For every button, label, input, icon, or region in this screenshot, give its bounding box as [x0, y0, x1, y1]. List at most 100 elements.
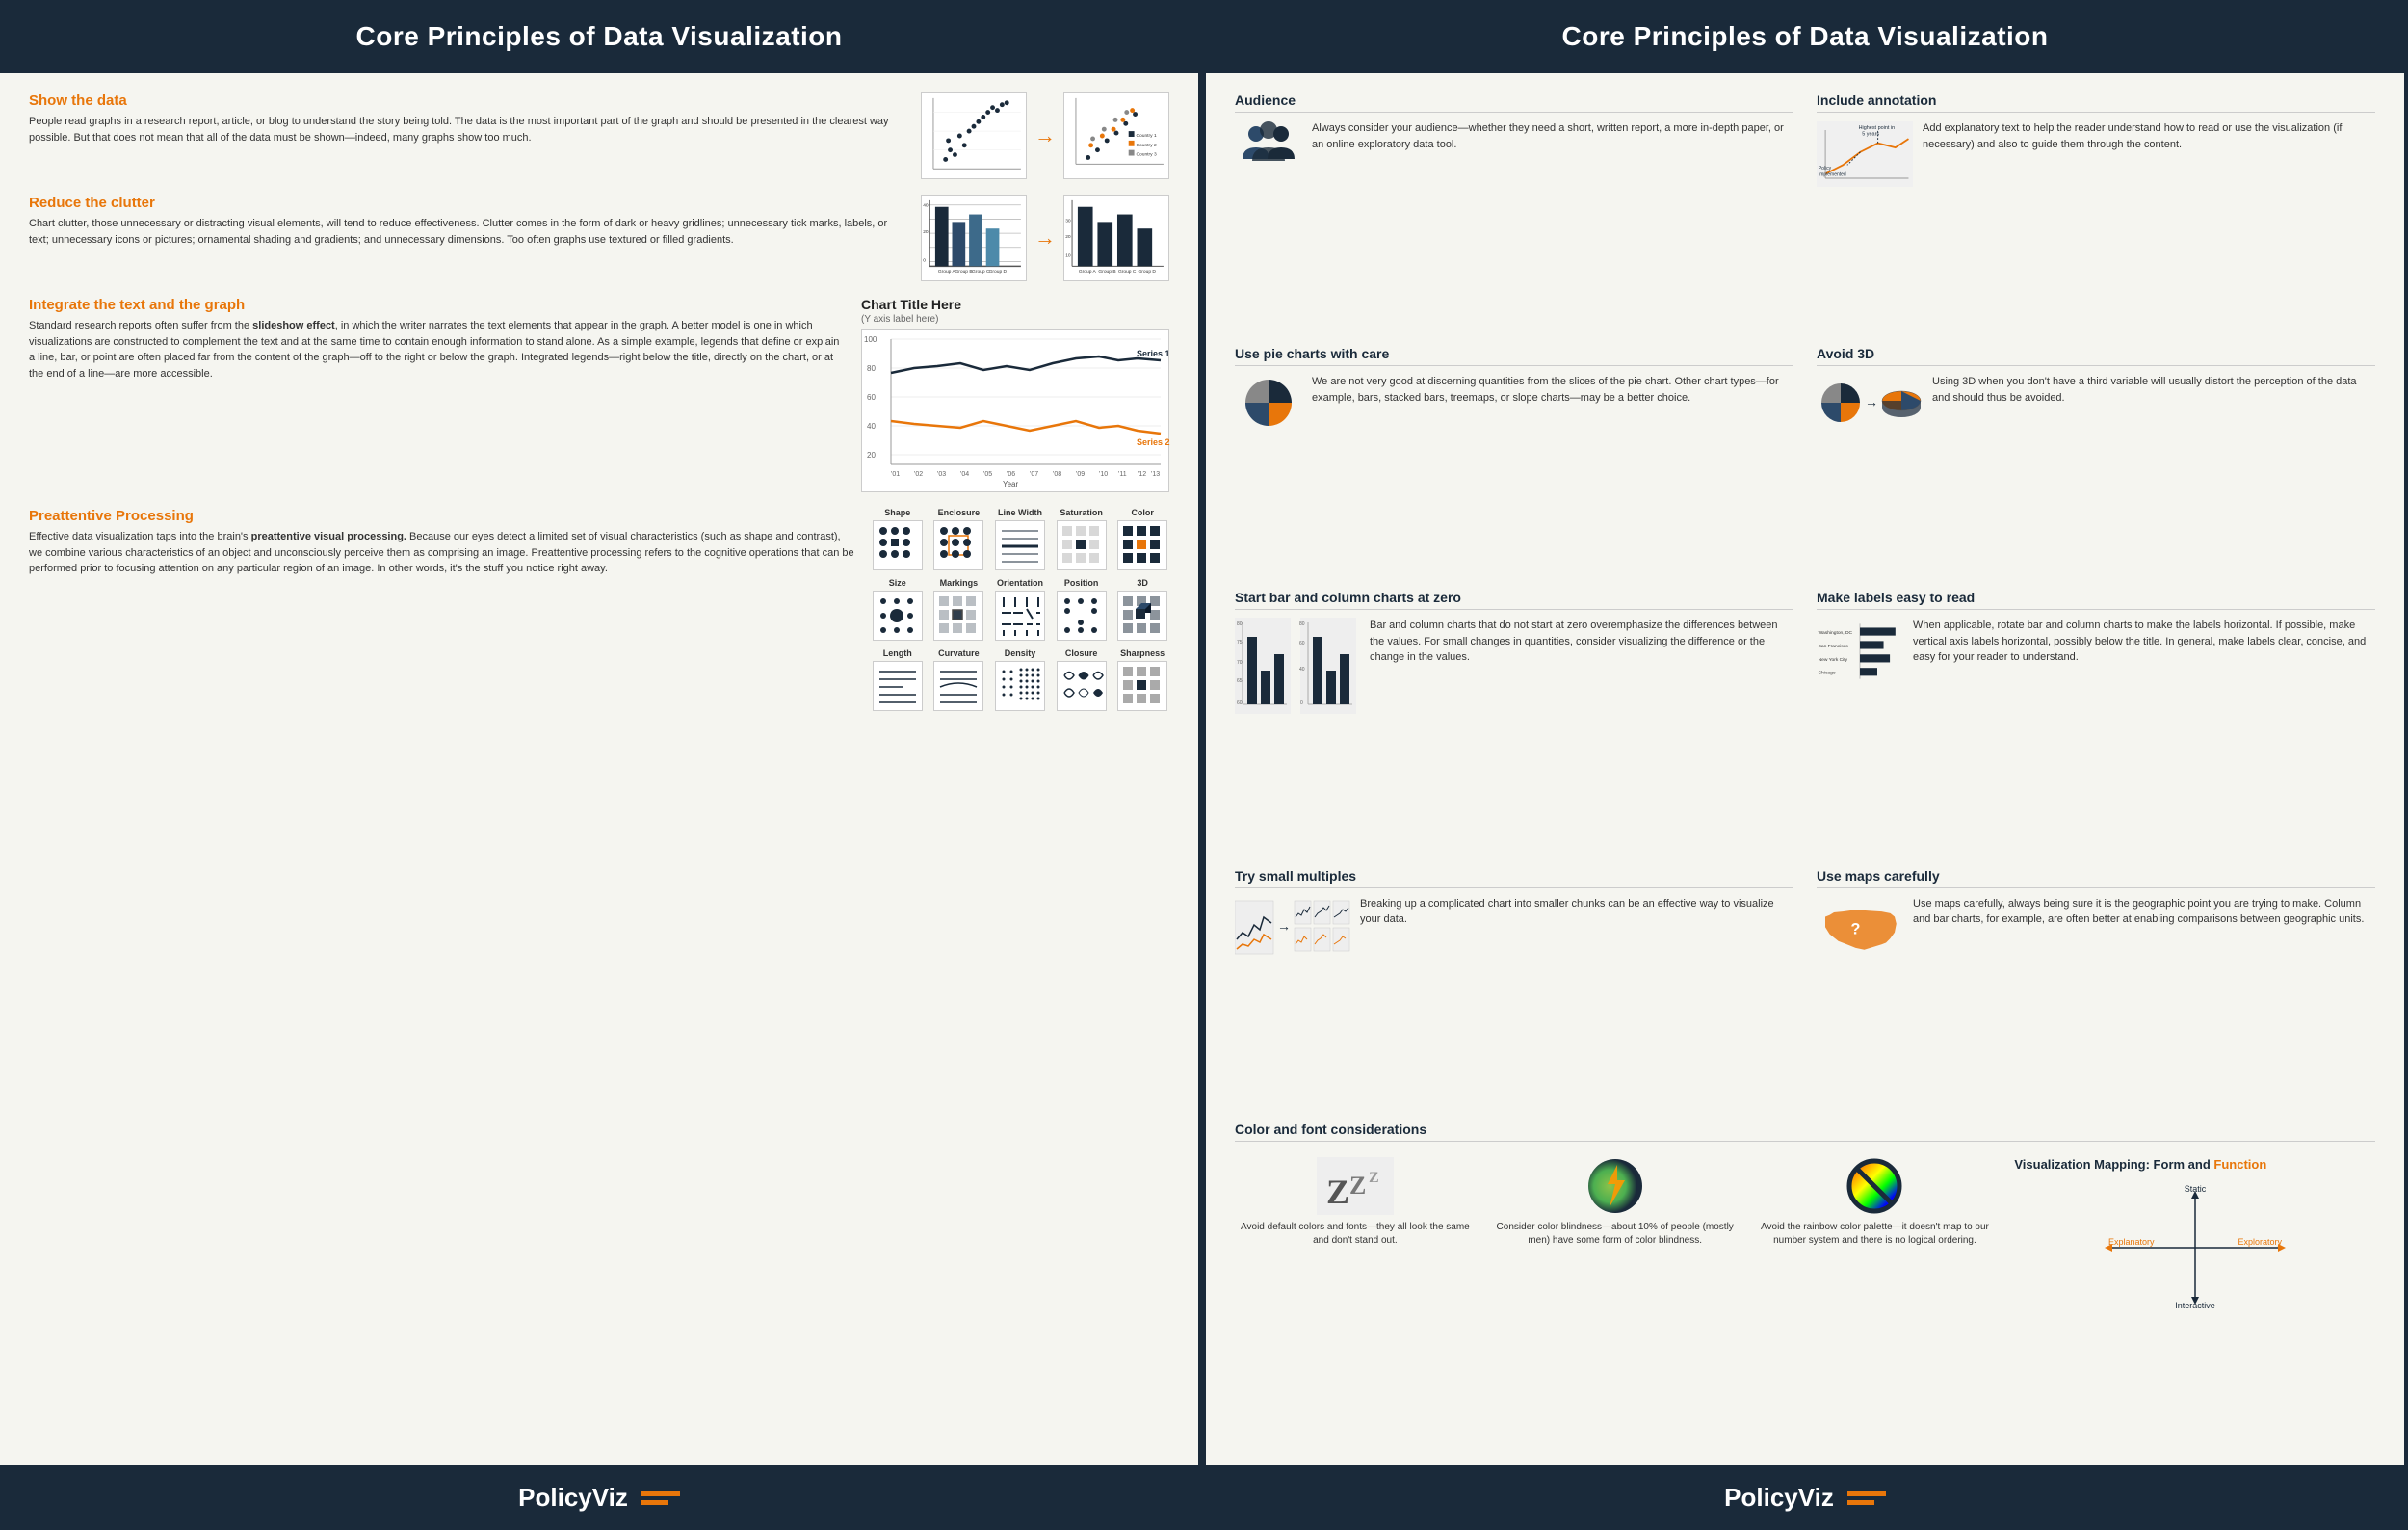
scatter-arrow: →	[1034, 123, 1056, 148]
bar-zero-section: Start bar and column charts at zero 60 6…	[1235, 590, 1793, 850]
svg-text:20: 20	[923, 229, 929, 235]
svg-text:Highest point in: Highest point in	[1859, 125, 1895, 131]
avoid3d-content: → Using 3D when you don't have a third v…	[1817, 374, 2375, 432]
viz-mapping-title: Visualization Mapping: Form and Function	[2014, 1157, 2375, 1172]
pre-shape: Shape	[871, 508, 925, 570]
svg-text:30: 30	[1065, 218, 1071, 224]
svg-text:Group A: Group A	[938, 269, 956, 275]
svg-text:75: 75	[1237, 640, 1243, 646]
pre-3d: 3D	[1115, 578, 1169, 641]
pre-linewidth: Line Width	[993, 508, 1047, 570]
color-font-item-1: Z Z Z Avoid default colors and fonts—the…	[1235, 1157, 1476, 1248]
pie-icon	[1235, 374, 1302, 436]
labels-content: Washington, DC San Francisco New York Ci…	[1817, 618, 2375, 690]
svg-text:80: 80	[1299, 621, 1305, 627]
pre-density-box	[995, 661, 1045, 711]
pre-curvature: Curvature	[932, 648, 986, 711]
left-footer-lines	[641, 1491, 680, 1505]
svg-text:70: 70	[1237, 660, 1243, 666]
svg-text:20: 20	[867, 451, 876, 460]
annotation-title: Include annotation	[1817, 92, 2375, 113]
bar-zero-content: 60 65 70 75 80 0	[1235, 618, 1793, 714]
left-content: Show the data People read graphs in a re…	[0, 73, 1198, 1465]
pre-color-box	[1117, 520, 1167, 570]
pie-body: We are not very good at discerning quant…	[1312, 374, 1793, 406]
slideshow-effect-bold: slideshow effect	[252, 320, 335, 331]
labels-title: Make labels easy to read	[1817, 590, 2375, 610]
small-multiples-title: Try small multiples	[1235, 868, 1793, 888]
right-header: Core Principles of Data Visualization	[1206, 0, 2404, 73]
preattentive-bold: preattentive visual processing.	[251, 531, 406, 542]
small-multiples-body: Breaking up a complicated chart into sma…	[1360, 896, 1793, 928]
svg-text:40: 40	[923, 203, 929, 209]
right-content: Audience Always consider you	[1206, 73, 2404, 1465]
pie-section: Use pie charts with care We are not very…	[1235, 346, 1793, 572]
right-footer-line-1	[1847, 1491, 1886, 1496]
preattentive-text: Preattentive Processing Effective data v…	[29, 508, 855, 711]
svg-text:?: ?	[1851, 920, 1861, 937]
svg-text:Interactive: Interactive	[2175, 1301, 2215, 1310]
svg-text:Explanatory: Explanatory	[2108, 1237, 2155, 1247]
maps-section: Use maps carefully ? Use maps carefully,…	[1817, 868, 2375, 1104]
annotation-content: Highest point in 5 years Policy Implemen…	[1817, 120, 2375, 193]
svg-text:80: 80	[1237, 621, 1243, 627]
preattentive-visual: Shape Enclosure	[871, 508, 1169, 711]
preattentive-title: Preattentive Processing	[29, 508, 855, 524]
svg-text:20: 20	[1065, 234, 1071, 240]
maps-content: ? Use maps carefully, always being sure …	[1817, 896, 2375, 968]
color-font-text-2: Consider color blindness—about 10% of pe…	[1495, 1221, 1736, 1248]
avoid3d-visual: →	[1817, 374, 1923, 432]
left-title: Core Principles of Data Visualization	[356, 21, 843, 51]
footer-line-2	[641, 1500, 668, 1505]
pre-sharpness-box	[1117, 661, 1167, 711]
integrate-title: Integrate the text and the graph	[29, 297, 846, 313]
maps-title: Use maps carefully	[1817, 868, 2375, 888]
pre-size: Size	[871, 578, 925, 641]
bar-zero-title: Start bar and column charts at zero	[1235, 590, 1793, 610]
left-brand: PolicyViz	[518, 1483, 628, 1513]
pre-length: Length	[871, 648, 925, 711]
svg-text:'12: '12	[1138, 471, 1146, 478]
avoid3d-title: Avoid 3D	[1817, 346, 2375, 366]
svg-text:'10: '10	[1099, 471, 1108, 478]
right-footer-line-2	[1847, 1500, 1874, 1505]
svg-text:65: 65	[1237, 678, 1243, 684]
right-brand: PolicyViz	[1724, 1483, 1834, 1513]
pre-density: Density	[993, 648, 1047, 711]
pre-markings-box	[933, 591, 983, 641]
integrate-body: Standard research reports often suffer f…	[29, 318, 846, 382]
svg-text:Exploratory: Exploratory	[2238, 1237, 2282, 1247]
pre-enclosure-box	[933, 520, 983, 570]
integrate-section: Integrate the text and the graph Standar…	[29, 297, 1169, 492]
audience-icon	[1235, 120, 1302, 183]
pre-position-box	[1057, 591, 1107, 641]
reduce-clutter-section: Reduce the clutter Chart clutter, those …	[29, 195, 1169, 281]
line-chart-svg: 100 80 60 40 20 '01 '02 '03 '04 '05 '06 …	[862, 330, 1170, 493]
bar-after: Group A Group B Group C Group D 30 20 10	[1063, 195, 1169, 281]
svg-text:Country 2: Country 2	[1137, 143, 1157, 148]
svg-text:80: 80	[867, 364, 876, 373]
pre-shape-box	[873, 520, 923, 570]
left-panel: Core Principles of Data Visualization Sh…	[0, 0, 1202, 1530]
small-multiples-section: Try small multiples →	[1235, 868, 1793, 1104]
annotation-visual: Highest point in 5 years Policy Implemen…	[1817, 120, 1913, 193]
preattentive-section: Preattentive Processing Effective data v…	[29, 508, 1169, 711]
svg-text:'08: '08	[1053, 471, 1061, 478]
pre-saturation-box	[1057, 520, 1107, 570]
chart-title: Chart Title Here	[861, 297, 1169, 312]
right-panel: Core Principles of Data Visualization Au…	[1206, 0, 2408, 1530]
color-font-section: Color and font considerations Z Z Z	[1235, 1121, 2375, 1446]
show-data-section: Show the data People read graphs in a re…	[29, 92, 1169, 179]
svg-text:60: 60	[867, 393, 876, 402]
color-font-visual-3	[1836, 1157, 1913, 1215]
audience-title: Audience	[1235, 92, 1793, 113]
svg-text:San Francisco: San Francisco	[1819, 644, 1849, 649]
audience-content: Always consider your audience—whether th…	[1235, 120, 1793, 183]
svg-text:Z: Z	[1326, 1173, 1349, 1211]
pre-length-box	[873, 661, 923, 711]
audience-body: Always consider your audience—whether th…	[1312, 120, 1793, 152]
color-font-visual-1: Z Z Z	[1317, 1157, 1394, 1215]
right-footer: PolicyViz	[1206, 1465, 2404, 1530]
color-font-content: Z Z Z Avoid default colors and fonts—the…	[1235, 1157, 2375, 1310]
color-font-text-3: Avoid the rainbow color palette—it doesn…	[1755, 1221, 1996, 1248]
